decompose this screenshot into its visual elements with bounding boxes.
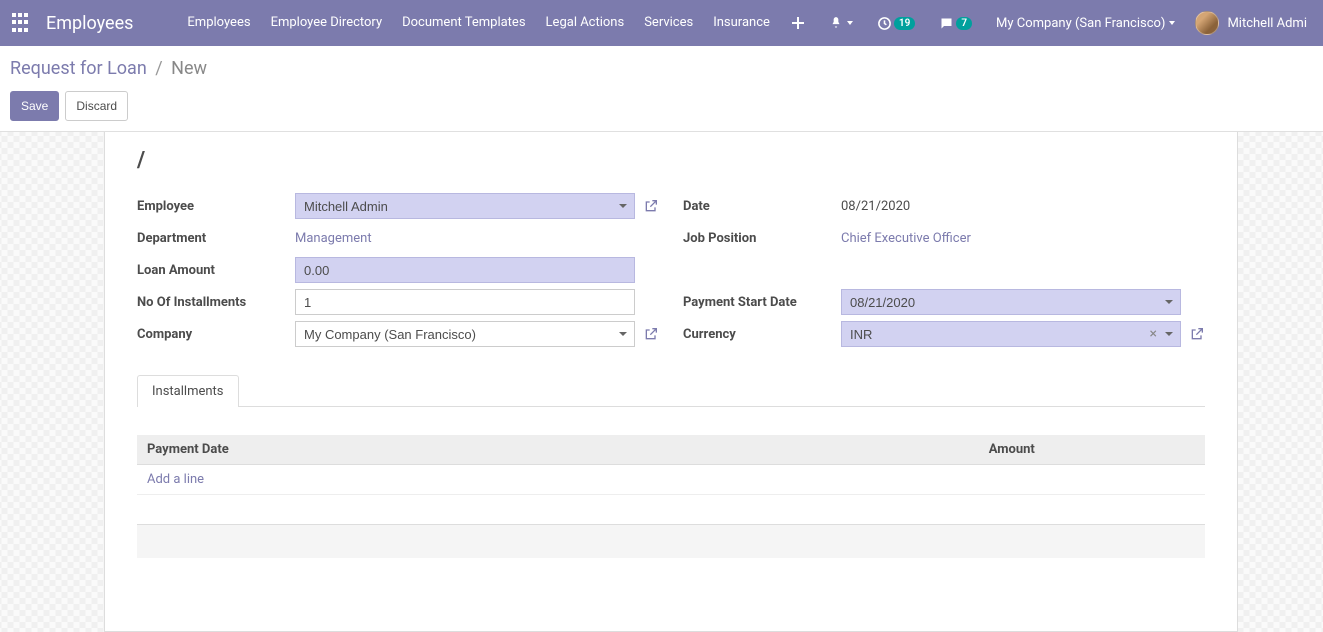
notifications-icon[interactable]	[821, 0, 861, 46]
company-name: My Company (San Francisco)	[996, 16, 1165, 31]
col-payment-date[interactable]: Payment Date	[137, 435, 618, 465]
installments-label: No Of Installments	[137, 295, 295, 310]
date-label: Date	[683, 199, 841, 214]
tabs: Installments Payment Date Amount Add a l…	[121, 351, 1221, 558]
employee-label: Employee	[137, 199, 295, 214]
payment-start-field[interactable]	[841, 289, 1181, 315]
department-label: Department	[137, 231, 295, 246]
col-amount[interactable]: Amount	[618, 435, 1045, 465]
company-field[interactable]	[295, 321, 635, 347]
menu-document-templates[interactable]: Document Templates	[392, 0, 535, 46]
table-row: Add a line	[137, 465, 1205, 495]
department-value[interactable]: Management	[295, 231, 372, 246]
form-grid: Employee Department Management	[121, 191, 1221, 351]
navbar-right: 19 7 My Company (San Francisco) Mitchell…	[783, 0, 1311, 46]
currency-field[interactable]	[841, 321, 1181, 347]
app-brand[interactable]: Employees	[46, 13, 133, 34]
clear-icon[interactable]: ×	[1150, 326, 1157, 342]
save-button[interactable]: Save	[10, 91, 59, 121]
activities-icon[interactable]: 19	[869, 0, 923, 46]
avatar	[1195, 11, 1219, 35]
loan-amount-label: Loan Amount	[137, 263, 295, 278]
user-name: Mitchell Admi	[1227, 16, 1307, 31]
menu-services[interactable]: Services	[634, 0, 703, 46]
table-footer	[137, 525, 1205, 559]
menu-employees[interactable]: Employees	[177, 0, 260, 46]
loan-amount-field[interactable]	[295, 257, 635, 283]
main-menu: Employees Employee Directory Document Te…	[177, 0, 779, 46]
add-icon[interactable]	[783, 0, 813, 46]
external-link-icon[interactable]	[1189, 326, 1205, 342]
breadcrumb-separator: /	[155, 58, 162, 79]
company-selector[interactable]: My Company (San Francisco)	[988, 16, 1183, 31]
caret-down-icon	[1169, 21, 1175, 25]
company-label: Company	[137, 327, 295, 342]
tab-content: Payment Date Amount Add a line	[137, 407, 1205, 558]
installments-field[interactable]	[295, 289, 635, 315]
employee-field[interactable]	[295, 193, 635, 219]
messages-badge: 7	[956, 17, 972, 30]
activities-badge: 19	[894, 17, 915, 30]
discard-button[interactable]: Discard	[65, 91, 128, 121]
control-panel: Request for Loan / New Save Discard	[0, 46, 1323, 132]
tab-installments[interactable]: Installments	[137, 375, 239, 407]
date-value: 08/21/2020	[841, 199, 910, 214]
col-spacer	[1045, 435, 1205, 465]
job-position-value[interactable]: Chief Executive Officer	[841, 231, 971, 246]
job-position-label: Job Position	[683, 231, 841, 246]
top-navbar: Employees Employees Employee Directory D…	[0, 0, 1323, 46]
form-left-column: Employee Department Management	[137, 191, 673, 351]
record-title: /	[121, 144, 1221, 191]
form-sheet: / Employee	[104, 132, 1238, 632]
user-menu[interactable]: Mitchell Admi	[1191, 11, 1311, 35]
control-buttons: Save Discard	[10, 91, 1307, 121]
menu-legal-actions[interactable]: Legal Actions	[536, 0, 635, 46]
menu-insurance[interactable]: Insurance	[703, 0, 780, 46]
menu-employee-directory[interactable]: Employee Directory	[261, 0, 393, 46]
caret-down-icon	[847, 21, 853, 25]
form-right-column: Date 08/21/2020 Job Position Chief Execu…	[673, 191, 1205, 351]
external-link-icon[interactable]	[643, 326, 659, 342]
messages-icon[interactable]: 7	[931, 0, 980, 46]
content-area: / Employee	[0, 132, 1323, 632]
external-link-icon[interactable]	[643, 198, 659, 214]
breadcrumb-current: New	[171, 58, 207, 79]
add-line-button[interactable]: Add a line	[147, 472, 204, 487]
breadcrumb: Request for Loan / New	[10, 58, 1307, 79]
tab-header: Installments	[137, 375, 1205, 407]
installments-table: Payment Date Amount Add a line	[137, 435, 1205, 558]
apps-icon[interactable]	[12, 13, 32, 33]
breadcrumb-parent[interactable]: Request for Loan	[10, 58, 147, 79]
currency-label: Currency	[683, 327, 841, 342]
payment-start-label: Payment Start Date	[683, 295, 841, 310]
